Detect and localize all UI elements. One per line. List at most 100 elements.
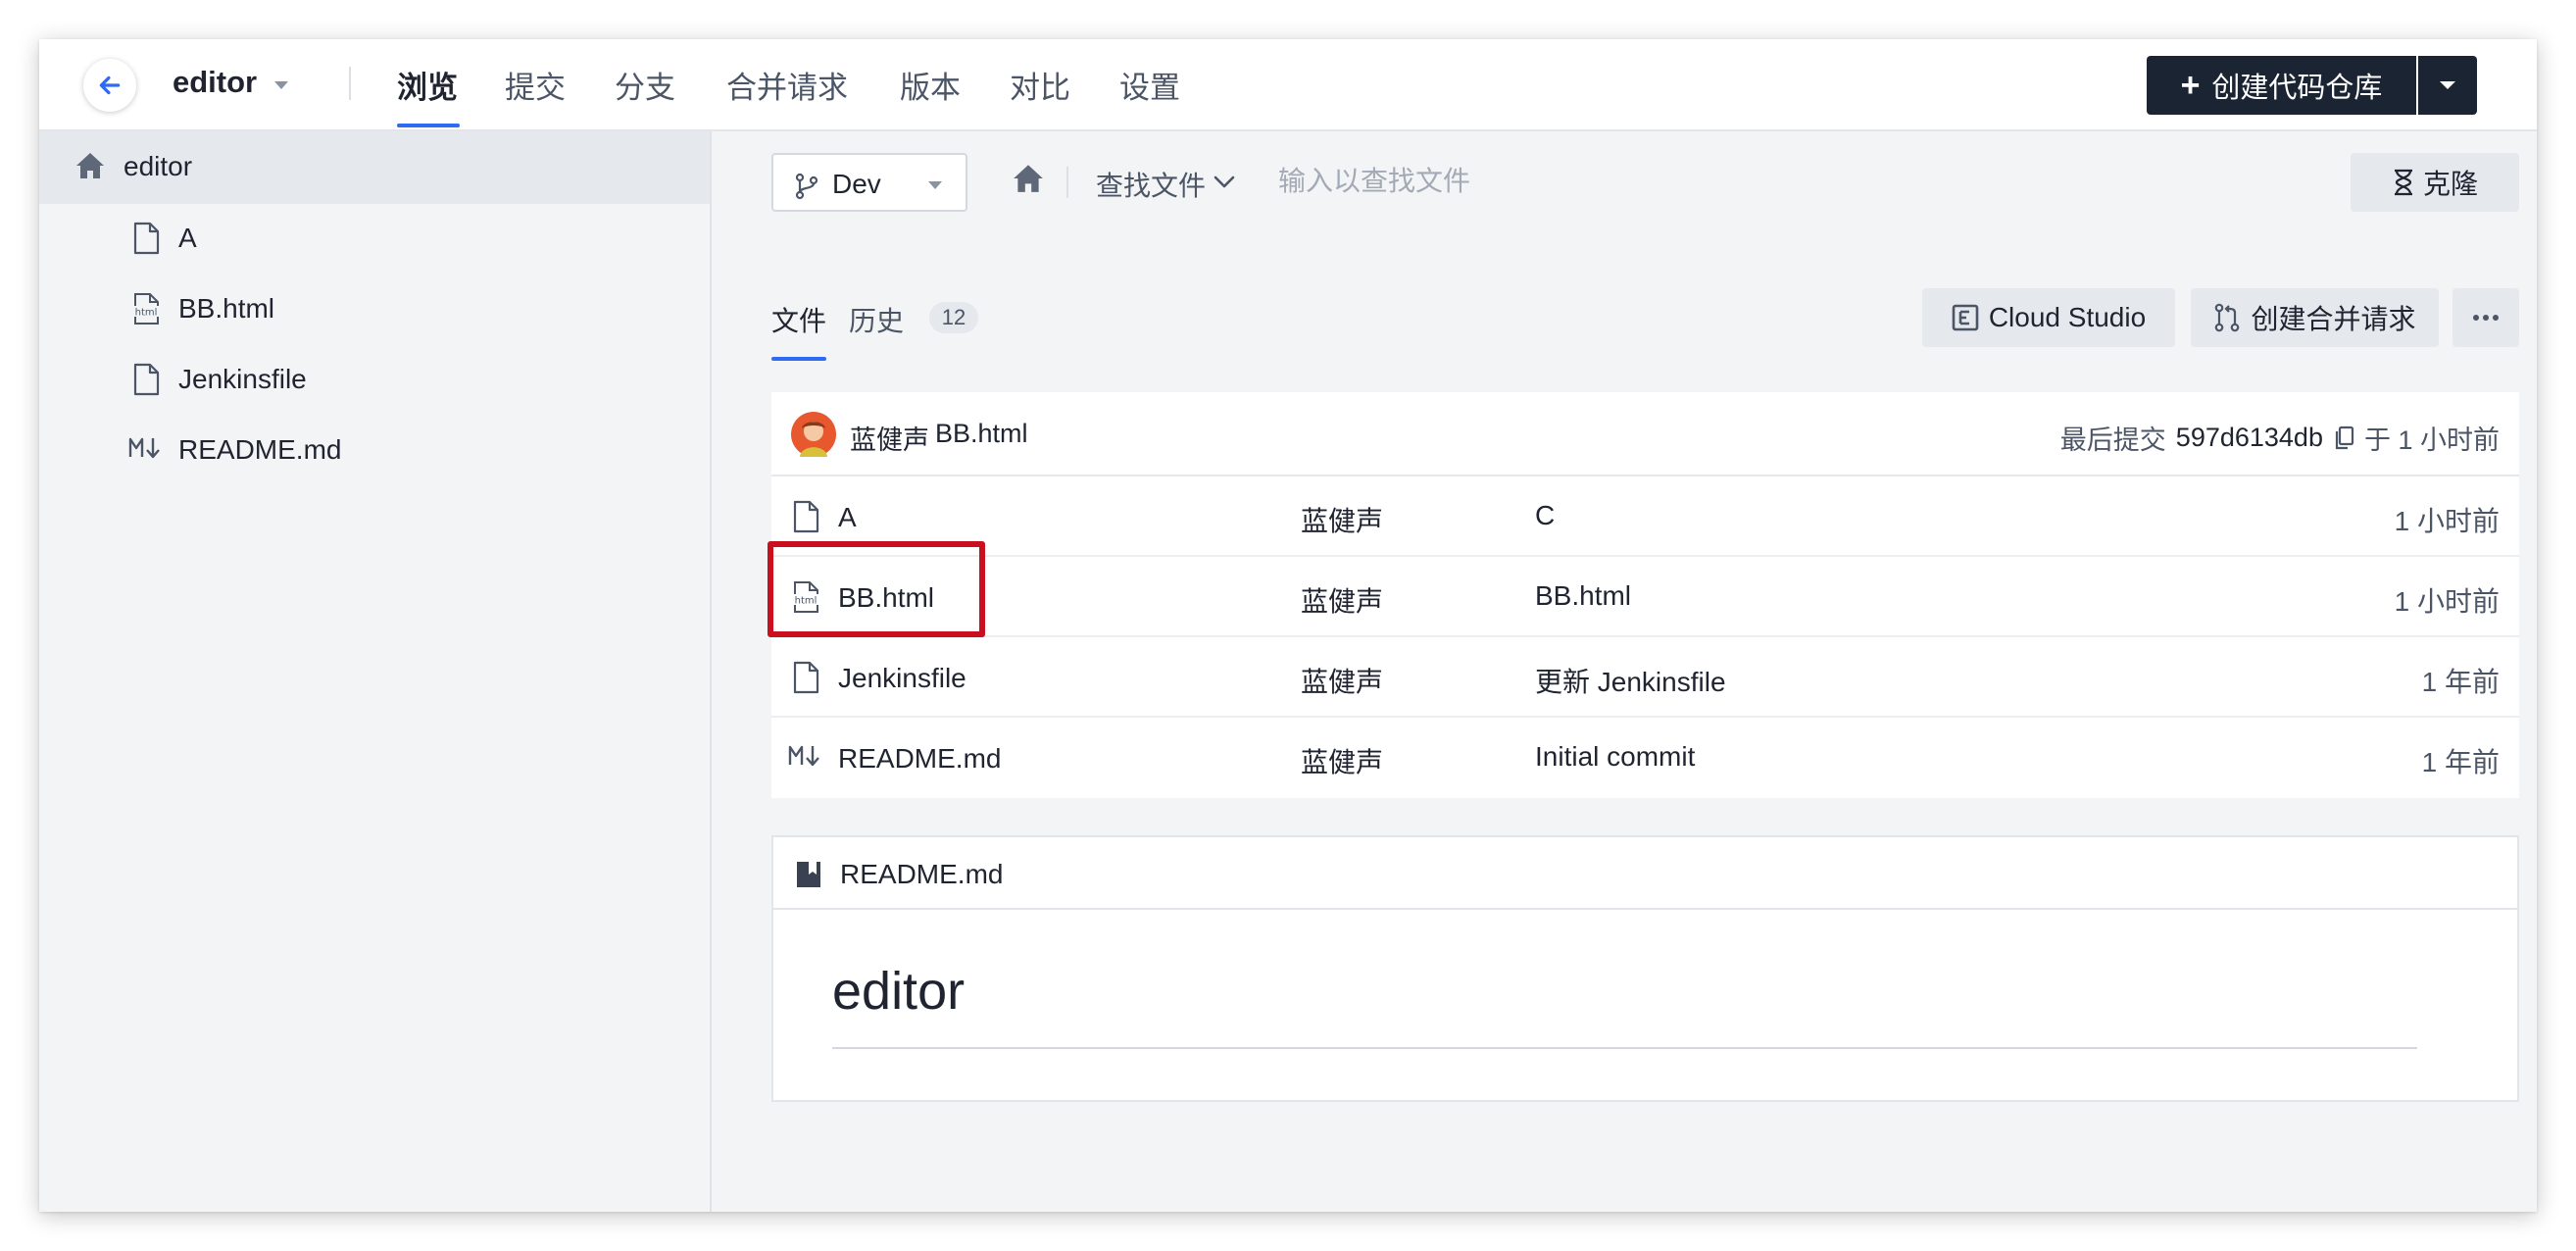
tab-compare[interactable]: 对比 (1010, 63, 1070, 107)
commit-message[interactable]: BB.html (935, 419, 1028, 449)
table-row[interactable]: Jenkinsfile 蓝健声 更新 Jenkinsfile 1 年前 (771, 637, 2519, 718)
file-table: 蓝健声 BB.html 最后提交 597d6134db 于 1 小时前 A 蓝健… (771, 392, 2519, 798)
svg-text:html: html (135, 308, 158, 319)
branch-name: Dev (832, 169, 881, 199)
commit-author[interactable]: 蓝健声 (850, 419, 929, 457)
file-author[interactable]: 蓝健声 (1301, 580, 1383, 620)
html-file-icon: html (131, 293, 161, 325)
chevron-down-icon[interactable] (1214, 175, 1235, 189)
clone-button[interactable]: 克隆 (2351, 153, 2519, 212)
history-count-badge: 12 (929, 302, 978, 333)
file-commit-message[interactable]: Initial commit (1535, 741, 1695, 773)
file-time: 1 年前 (2421, 667, 2500, 697)
plus-icon: + (2180, 67, 2201, 104)
sidebar-item-bb-html[interactable]: html BB.html (39, 275, 710, 343)
file-name-link[interactable]: README.md (838, 743, 1001, 775)
toolbar-divider (1066, 167, 1068, 198)
markdown-icon (128, 437, 160, 459)
readme-heading: editor (832, 962, 966, 1021)
tab-settings[interactable]: 设置 (1119, 63, 1180, 107)
file-time: 1 小时前 (2394, 586, 2500, 617)
file-name-link[interactable]: A (838, 502, 857, 533)
app-window: editor 浏览 提交 分支 合并请求 版本 对比 设置 + 创建代码仓库 e… (39, 39, 2537, 1212)
create-repo-label: 创建代码仓库 (2211, 73, 2383, 104)
hourglass-icon (2394, 169, 2412, 196)
file-name-link[interactable]: Jenkinsfile (838, 663, 966, 694)
file-time: 1 年前 (2421, 747, 2500, 777)
create-repo-dropdown-button[interactable] (2418, 56, 2477, 115)
tab-releases[interactable]: 版本 (900, 63, 961, 107)
create-merge-request-label: 创建合并请求 (2251, 304, 2416, 334)
sidebar-item-jenkinsfile[interactable]: Jenkinsfile (39, 345, 710, 414)
tab-history[interactable]: 历史 (849, 300, 904, 339)
copy-icon[interactable] (2333, 425, 2354, 451)
book-icon (797, 862, 820, 887)
commit-hash[interactable]: 597d6134db (2176, 423, 2323, 453)
file-author[interactable]: 蓝健声 (1301, 500, 1383, 539)
sidebar-item-label: A (178, 223, 197, 253)
tab-files[interactable]: 文件 (771, 300, 826, 339)
last-commit-row: 蓝健声 BB.html 最后提交 597d6134db 于 1 小时前 (771, 392, 2519, 476)
highlight-box (768, 541, 985, 637)
sidebar-item-label: Jenkinsfile (178, 364, 307, 394)
caret-down-icon[interactable] (272, 79, 290, 91)
file-author[interactable]: 蓝健声 (1301, 661, 1383, 700)
cloud-studio-button[interactable]: Cloud Studio (1922, 288, 2175, 347)
avatar[interactable] (791, 412, 836, 457)
home-icon[interactable] (1012, 163, 1045, 194)
find-file-label[interactable]: 查找文件 (1096, 165, 1206, 204)
table-row[interactable]: README.md 蓝健声 Initial commit 1 年前 (771, 718, 2519, 798)
file-icon (793, 661, 819, 694)
more-icon (2473, 315, 2499, 321)
repo-name[interactable]: editor (173, 65, 257, 100)
file-commit-message[interactable]: 更新 Jenkinsfile (1535, 661, 1726, 700)
tab-merge-requests[interactable]: 合并请求 (726, 63, 848, 107)
main-content: Dev 查找文件 克隆 文件 历史 12 (712, 131, 2537, 1212)
file-author[interactable]: 蓝健声 (1301, 741, 1383, 780)
cloud-studio-icon (1952, 304, 1979, 331)
caret-down-icon (2440, 81, 2455, 89)
file-commit-message[interactable]: BB.html (1535, 580, 1631, 612)
create-merge-request-button[interactable]: 创建合并请求 (2191, 288, 2439, 347)
nav-divider (349, 67, 351, 100)
readme-divider (832, 1047, 2417, 1049)
sidebar-item-root[interactable]: editor (39, 131, 710, 204)
create-repo-button[interactable]: + 创建代码仓库 (2147, 56, 2416, 115)
branch-icon (795, 173, 818, 200)
more-options-button[interactable] (2452, 288, 2519, 347)
commit-meta: 最后提交 597d6134db 于 1 小时前 (2060, 419, 2500, 457)
find-file-input[interactable] (1278, 161, 1690, 202)
sidebar-root-label: editor (124, 151, 193, 181)
file-commit-message[interactable]: C (1535, 500, 1555, 531)
file-time: 1 小时前 (2394, 506, 2500, 536)
table-row[interactable]: A 蓝健声 C 1 小时前 (771, 476, 2519, 557)
active-tab-indicator (397, 124, 460, 127)
caret-down-icon (928, 181, 942, 189)
file-icon (133, 222, 160, 255)
back-button[interactable] (83, 59, 136, 112)
file-tree-sidebar: editor A html BB.html Jenkinsfile README… (39, 131, 712, 1212)
arrow-left-icon (99, 75, 121, 95)
branch-selector[interactable]: Dev (771, 153, 967, 212)
tab-browse[interactable]: 浏览 (397, 63, 458, 107)
file-icon (793, 500, 819, 533)
home-icon (76, 153, 104, 178)
commit-time: 于 1 小时前 (2363, 425, 2500, 455)
sidebar-item-readme[interactable]: README.md (39, 416, 710, 484)
sidebar-item-a[interactable]: A (39, 204, 710, 273)
clone-label: 克隆 (2422, 169, 2478, 199)
sidebar-item-label: BB.html (178, 293, 275, 324)
top-bar: editor 浏览 提交 分支 合并请求 版本 对比 设置 + 创建代码仓库 (39, 39, 2537, 131)
active-tab-indicator (771, 357, 826, 361)
tab-commits[interactable]: 提交 (505, 63, 566, 107)
merge-request-icon (2215, 303, 2240, 332)
file-icon (133, 363, 160, 396)
sidebar-item-label: README.md (178, 434, 342, 465)
markdown-icon (788, 745, 819, 767)
readme-title: README.md (840, 859, 1004, 889)
tab-branches[interactable]: 分支 (615, 63, 675, 107)
readme-header: README.md (773, 837, 2517, 910)
cloud-studio-label: Cloud Studio (1988, 302, 2147, 332)
table-row[interactable]: html BB.html 蓝健声 BB.html 1 小时前 (771, 557, 2519, 637)
readme-panel: README.md editor (771, 835, 2519, 1102)
